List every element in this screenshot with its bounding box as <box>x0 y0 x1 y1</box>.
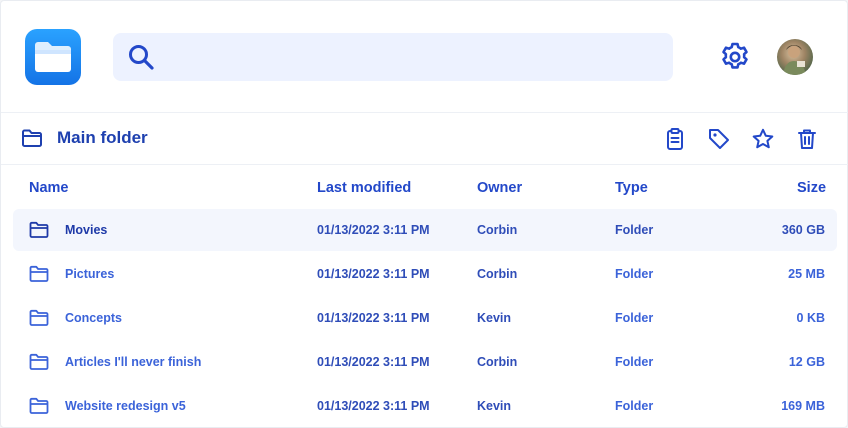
row-type: Folder <box>615 399 654 413</box>
row-name: Concepts <box>65 311 122 325</box>
row-size: 169 MB <box>781 399 825 413</box>
row-size: 25 MB <box>788 267 825 281</box>
row-name: Movies <box>65 223 108 237</box>
row-size: 12 GB <box>788 355 825 369</box>
folder-icon <box>29 309 49 326</box>
table-row[interactable]: Pictures 01/13/2022 3:11 PM Corbin Folde… <box>13 253 837 295</box>
row-size: 0 KB <box>796 311 825 325</box>
row-modified: 01/13/2022 3:11 PM <box>317 399 430 413</box>
row-name: Pictures <box>65 267 115 281</box>
row-modified: 01/13/2022 3:11 PM <box>317 267 430 281</box>
clipboard-icon[interactable] <box>663 127 687 151</box>
row-modified: 01/13/2022 3:11 PM <box>317 355 430 369</box>
column-header-modified[interactable]: Last modified <box>317 179 411 197</box>
row-name: Articles I'll never finish <box>65 355 202 369</box>
row-type: Folder <box>615 311 654 325</box>
column-header-owner[interactable]: Owner <box>477 179 522 197</box>
row-owner: Kevin <box>477 311 512 325</box>
folder-icon <box>29 397 49 414</box>
row-modified: 01/13/2022 3:11 PM <box>317 223 430 237</box>
trash-icon[interactable] <box>795 127 819 151</box>
avatar-photo <box>783 45 806 75</box>
row-type: Folder <box>615 223 654 237</box>
folder-icon <box>29 265 49 282</box>
table-row[interactable]: Concepts 01/13/2022 3:11 PM Kevin Folder… <box>13 297 837 339</box>
gear-icon[interactable] <box>717 39 753 75</box>
folder-icon <box>29 221 49 238</box>
avatar[interactable] <box>777 39 813 75</box>
search-input[interactable] <box>169 41 659 73</box>
star-icon[interactable] <box>751 127 775 151</box>
column-header-type[interactable]: Type <box>615 179 648 197</box>
table-row[interactable]: Articles I'll never finish 01/13/2022 3:… <box>13 341 837 383</box>
row-owner: Corbin <box>477 267 518 281</box>
folder-icon <box>22 129 42 147</box>
column-header-size[interactable]: Size <box>797 179 826 197</box>
row-name: Website redesign v5 <box>65 399 186 413</box>
table-row[interactable]: Movies 01/13/2022 3:11 PM Corbin Folder … <box>13 209 837 251</box>
row-modified: 01/13/2022 3:11 PM <box>317 311 430 325</box>
folder-title: Main folder <box>57 128 148 147</box>
row-size: 360 GB <box>781 223 825 237</box>
folder-icon <box>29 353 49 370</box>
folder-logo-icon <box>35 42 71 72</box>
row-owner: Corbin <box>477 355 518 369</box>
row-owner: Corbin <box>477 223 518 237</box>
search-icon[interactable] <box>127 43 155 71</box>
row-owner: Kevin <box>477 399 512 413</box>
tag-icon[interactable] <box>707 127 731 151</box>
file-manager-window: Main folder Name Last modified Owner Typ… <box>0 0 848 428</box>
app-logo[interactable] <box>25 29 81 85</box>
column-header-name[interactable]: Name <box>29 179 69 197</box>
row-type: Folder <box>615 267 654 281</box>
row-type: Folder <box>615 355 654 369</box>
table-row[interactable]: Website redesign v5 01/13/2022 3:11 PM K… <box>13 385 837 427</box>
